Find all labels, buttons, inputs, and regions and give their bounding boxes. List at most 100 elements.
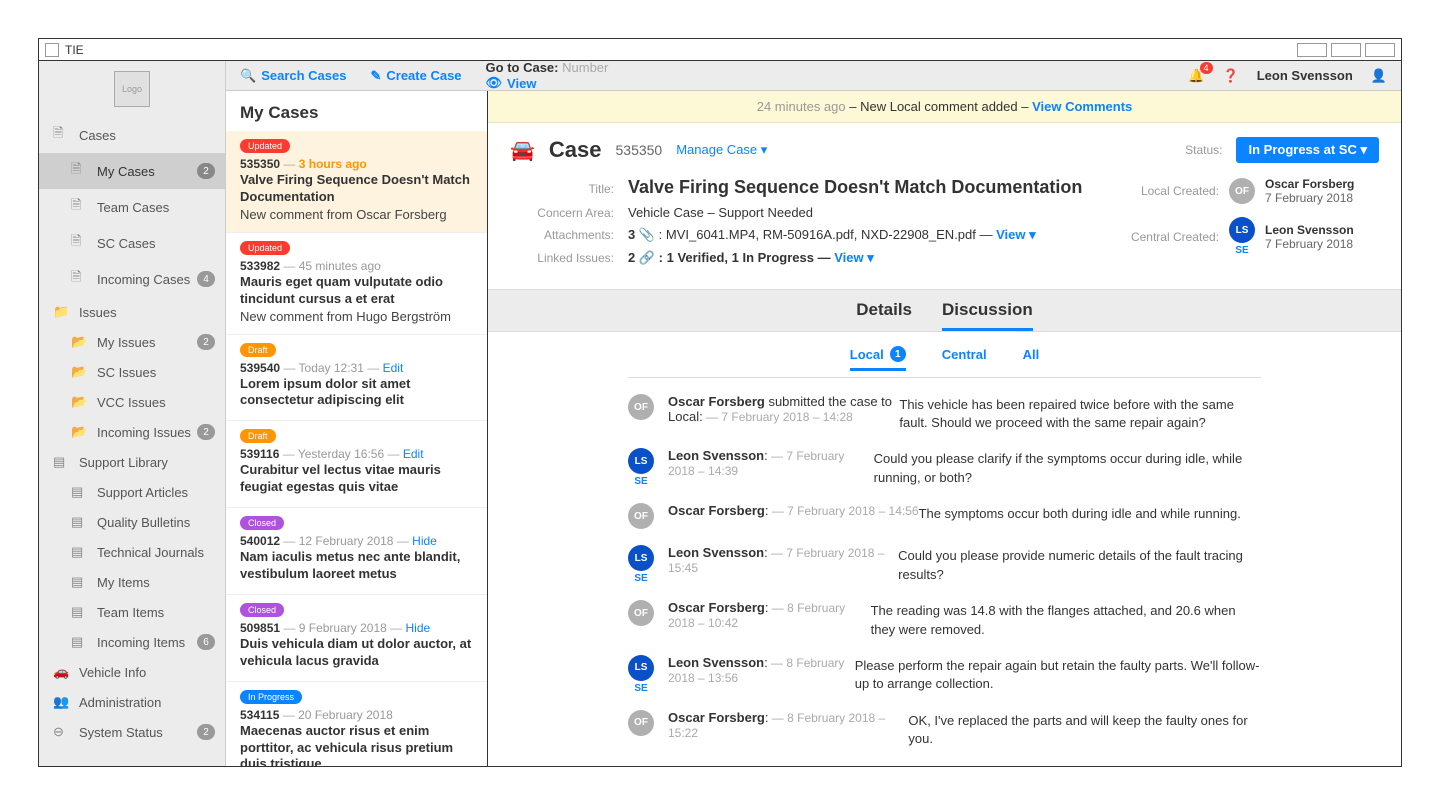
window-control-icon[interactable]: [45, 43, 59, 57]
toolbar: 🔍Search Cases ✎Create Case Go to Case: N…: [226, 61, 1401, 91]
case-item-sub: New comment from Oscar Forsberg: [240, 207, 473, 222]
file-icon: 🗎: [53, 124, 69, 146]
linked-view-link[interactable]: View ▾: [834, 250, 874, 265]
comment-author: Oscar Forsberg: [668, 394, 765, 409]
goto-view-link[interactable]: 👁 View: [486, 75, 609, 91]
sidebar-item-issues[interactable]: 📁Issues: [39, 297, 225, 327]
avatar: OF: [628, 394, 654, 420]
book-icon: ▤: [71, 634, 87, 650]
status-dropdown[interactable]: In Progress at SC ▾: [1236, 137, 1379, 163]
create-case-link[interactable]: ✎Create Case: [370, 68, 461, 84]
users-icon: 👥: [53, 694, 69, 710]
comment: LSSE Leon Svensson: — 8 February 2018 – …: [628, 655, 1261, 694]
view-comments-link[interactable]: View Comments: [1032, 99, 1132, 114]
case-list: My Cases Updated 535350 — 3 hours ago Va…: [226, 91, 488, 766]
sidebar-item-technical-journals[interactable]: ▤Technical Journals: [39, 537, 225, 567]
username[interactable]: Leon Svensson: [1257, 68, 1353, 83]
comment: LSSE Leon Svensson: — 7 February 2018 – …: [628, 545, 1261, 584]
avatar: LS: [628, 448, 654, 474]
sidebar-item-cases[interactable]: 🗎Cases: [39, 117, 225, 153]
comment-author: Leon Svensson: [668, 545, 764, 560]
sidebar-item-support-articles[interactable]: ▤Support Articles: [39, 477, 225, 507]
sidebar-item-quality-bulletins[interactable]: ▤Quality Bulletins: [39, 507, 225, 537]
avatar: LS: [628, 655, 654, 681]
tab-details[interactable]: Details: [856, 300, 912, 331]
book-icon: ▤: [71, 514, 87, 530]
sidebar-item-incoming-cases[interactable]: 🗎Incoming Cases4: [39, 261, 225, 297]
help-icon[interactable]: ❓: [1223, 68, 1239, 84]
sidebar-item-my-items[interactable]: ▤My Items: [39, 567, 225, 597]
sidebar-item-my-issues[interactable]: 📂My Issues2: [39, 327, 225, 357]
minus-circle-icon: ⊖: [53, 724, 69, 740]
file-icon: 🗎: [71, 232, 87, 254]
case-item-sub: New comment from Hugo Bergström: [240, 309, 473, 324]
sidebar-item-sc-issues[interactable]: 📂SC Issues: [39, 357, 225, 387]
case-label: Case: [549, 137, 602, 163]
subtab-local[interactable]: Local1: [850, 346, 906, 371]
notification-count: 4: [1200, 62, 1213, 74]
comment-meta: — 7 February 2018 – 14:28: [703, 410, 853, 424]
file-icon: 🗎: [71, 160, 87, 182]
folder-icon: 📁: [53, 304, 69, 320]
avatar: OF: [628, 710, 654, 736]
sidebar-item-vcc-issues[interactable]: 📂VCC Issues: [39, 387, 225, 417]
folder-icon: 📂: [71, 394, 87, 410]
book-icon: ▤: [71, 484, 87, 500]
case-list-item[interactable]: Updated 535350 — 3 hours ago Valve Firin…: [226, 131, 487, 233]
case-list-item[interactable]: In Progress 534115 — 20 February 2018 Ma…: [226, 682, 487, 766]
subtab-all[interactable]: All: [1023, 346, 1040, 371]
sidebar-item-vehicle-info[interactable]: 🚗Vehicle Info: [39, 657, 225, 687]
count-badge: 4: [197, 271, 215, 287]
link-icon: 🔗: [639, 250, 655, 265]
tab-discussion[interactable]: Discussion: [942, 300, 1033, 331]
folder-icon: 📂: [71, 364, 87, 380]
count-badge: 2: [197, 334, 215, 350]
status-tag: Closed: [240, 516, 284, 530]
goto-case: Go to Case: Number 👁 View: [486, 61, 609, 91]
attachments-view-link[interactable]: View ▾: [996, 227, 1036, 242]
case-item-title: Nam iaculis metus nec ante blandit, vest…: [240, 549, 473, 583]
status-label: Status:: [1185, 143, 1222, 157]
sidebar-item-team-cases[interactable]: 🗎Team Cases: [39, 189, 225, 225]
case-hide-link[interactable]: Hide: [412, 534, 437, 548]
car-icon: 🚗: [53, 664, 69, 680]
notifications-button[interactable]: 🔔4: [1188, 68, 1204, 84]
window-button[interactable]: [1365, 43, 1395, 57]
subtab-central[interactable]: Central: [942, 346, 987, 371]
sidebar-item-system-status[interactable]: ⊖System Status2: [39, 717, 225, 747]
case-edit-link[interactable]: Edit: [383, 361, 404, 375]
window-button[interactable]: [1297, 43, 1327, 57]
case-list-item[interactable]: Closed 509851 — 9 February 2018 — Hide D…: [226, 595, 487, 682]
paperclip-icon: 📎: [639, 227, 655, 242]
sidebar-item-support-library[interactable]: ▤Support Library: [39, 447, 225, 477]
sidebar-item-team-items[interactable]: ▤Team Items: [39, 597, 225, 627]
comment-author: Oscar Forsberg: [668, 503, 765, 518]
case-list-item[interactable]: Draft 539540 — Today 12:31 — Edit Lorem …: [226, 335, 487, 422]
book-icon: ▤: [71, 544, 87, 560]
case-list-item[interactable]: Updated 533982 — 45 minutes ago Mauris e…: [226, 233, 487, 335]
list-header: My Cases: [226, 91, 487, 131]
sidebar-item-administration[interactable]: 👥Administration: [39, 687, 225, 717]
comment: LSSE Leon Svensson: — 7 February 2018 – …: [628, 448, 1261, 487]
avatar: OF: [628, 503, 654, 529]
sidebar-item-sc-cases[interactable]: 🗎SC Cases: [39, 225, 225, 261]
case-edit-link[interactable]: Edit: [403, 447, 424, 461]
discussion-thread: OF Oscar Forsberg submitted the case to …: [488, 378, 1401, 766]
case-list-item[interactable]: Draft 539116 — Yesterday 16:56 — Edit Cu…: [226, 421, 487, 508]
sidebar-item-my-cases[interactable]: 🗎My Cases2: [39, 153, 225, 189]
comment-author: Leon Svensson: [668, 448, 764, 463]
goto-input-placeholder[interactable]: Number: [562, 61, 608, 75]
attachments: 3 📎 : MVI_6041.MP4, RM-50916A.pdf, NXD-2…: [628, 227, 1109, 243]
sidebar-item-incoming-items[interactable]: ▤Incoming Items6: [39, 627, 225, 657]
status-tag: Draft: [240, 429, 276, 443]
case-hide-link[interactable]: Hide: [405, 621, 430, 635]
user-avatar-icon[interactable]: 👤: [1371, 68, 1387, 84]
comment-text: Could you please provide numeric details…: [898, 547, 1261, 584]
folder-icon: 📂: [71, 334, 87, 350]
manage-case-dropdown[interactable]: Manage Case ▾: [676, 142, 767, 158]
window-button[interactable]: [1331, 43, 1361, 57]
tabs: Details Discussion: [488, 289, 1401, 332]
case-list-item[interactable]: Closed 540012 — 12 February 2018 — Hide …: [226, 508, 487, 595]
sidebar-item-incoming-issues[interactable]: 📂Incoming Issues2: [39, 417, 225, 447]
search-cases-link[interactable]: 🔍Search Cases: [240, 68, 346, 84]
